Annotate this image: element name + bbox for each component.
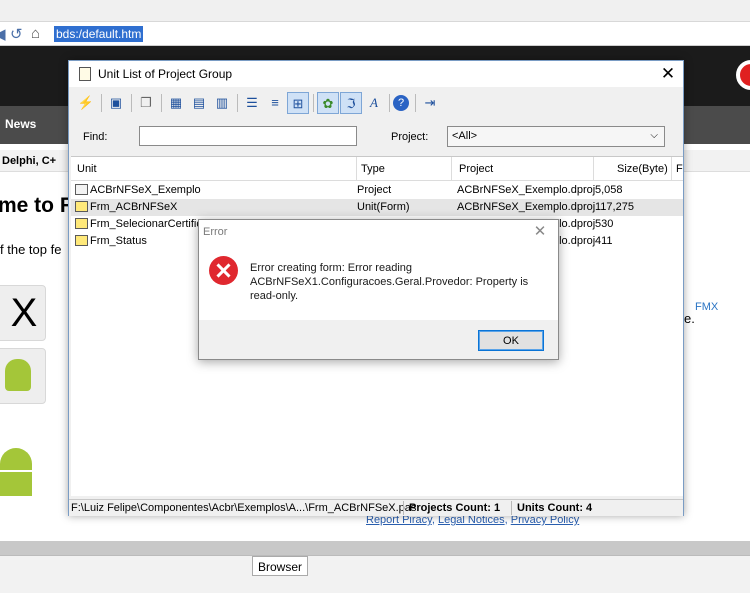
page-text-fragment: e.: [684, 311, 695, 326]
dialog-title: Unit List of Project Group: [98, 67, 233, 81]
android-logo-icon: [0, 440, 40, 496]
row-type: Unit(Form): [357, 201, 410, 213]
form-unit-icon: [75, 218, 88, 229]
font-icon[interactable]: A: [363, 92, 385, 114]
project-label: Project:: [391, 131, 429, 143]
forms-icon[interactable]: ✿: [317, 92, 339, 114]
error-footer: OK: [199, 320, 558, 359]
project-select[interactable]: <All> ⌵: [447, 126, 665, 147]
row-unit: ACBrNFSeX_Exemplo: [90, 184, 201, 196]
error-message: Error creating form: Error reading ACBrN…: [250, 262, 529, 302]
close-icon[interactable]: ✕: [657, 64, 679, 84]
designer-icon[interactable]: ℑ: [340, 92, 362, 114]
column-header-size[interactable]: Size(Byte): [617, 163, 668, 175]
unit-list-toolbar: ⚡ ▣ ❐ ▦ ▤ ▥ ☰ ≡ ⊞ ✿ ℑ A ? ⇥: [71, 89, 681, 117]
android-tile[interactable]: [0, 348, 46, 404]
small-icons-icon[interactable]: ▤: [188, 92, 210, 114]
form-unit-icon: [75, 201, 88, 212]
refresh-icon[interactable]: ↺: [10, 25, 23, 43]
column-header-project[interactable]: Project: [459, 163, 493, 175]
compile-icon[interactable]: ⚡: [75, 92, 97, 114]
unit-list-titlebar: Unit List of Project Group ✕: [69, 61, 683, 87]
row-size: 411: [595, 235, 613, 247]
row-size: 530: [595, 218, 614, 230]
chevron-down-icon: ⌵: [650, 130, 658, 141]
tab-browser[interactable]: Browser: [252, 556, 309, 576]
align-left-icon[interactable]: ☰: [241, 92, 263, 114]
back-icon[interactable]: ◀: [0, 25, 6, 43]
project-select-value: <All>: [452, 130, 478, 142]
find-label: Find:: [83, 131, 108, 143]
row-size: 5,058: [595, 184, 623, 196]
align-center-icon[interactable]: ≡: [264, 92, 286, 114]
android-icon: [5, 359, 31, 391]
unit-list-header: Unit Type Project Size(Byte) F: [71, 157, 683, 181]
subnav-text: Delphi, C+: [2, 155, 57, 167]
address-input[interactable]: bds:/default.htm: [54, 26, 144, 42]
table-row[interactable]: Frm_ACBrNFSeX Unit(Form) ACBrNFSeX_Exemp…: [71, 199, 683, 216]
row-project: ACBrNFSeX_Exemplo.dproj: [457, 184, 596, 196]
column-header-type[interactable]: Type: [361, 163, 385, 175]
table-row[interactable]: ACBrNFSeX_Exemplo Project ACBrNFSeX_Exem…: [71, 182, 683, 199]
row-unit: Frm_SelecionarCertificad: [90, 218, 215, 230]
row-type: Project: [357, 184, 392, 196]
row-size: 117,275: [595, 201, 634, 213]
large-icons-icon[interactable]: ▦: [165, 92, 187, 114]
column-header-f[interactable]: F: [676, 163, 683, 175]
browser-top-strip: [0, 0, 750, 22]
address-bar: ◀ ↺ ⌂ bds:/default.htm: [0, 22, 750, 46]
copy-icon[interactable]: ❐: [135, 92, 157, 114]
find-input[interactable]: [139, 126, 357, 146]
list-view-icon[interactable]: ▥: [211, 92, 233, 114]
row-unit: Frm_Status: [90, 235, 147, 247]
error-icon: [209, 256, 238, 285]
fit-icon[interactable]: ⊞: [287, 92, 309, 114]
error-dialog: Error ✕ Error creating form: Error readi…: [198, 219, 559, 360]
row-unit: Frm_ACBrNFSeX: [90, 201, 178, 213]
fmx-link[interactable]: FMX: [695, 301, 718, 313]
footer-bar: [0, 541, 750, 555]
error-title: Error: [203, 226, 228, 238]
status-projects-count: Projects Count: 1: [409, 502, 501, 514]
home-icon[interactable]: ⌂: [31, 25, 40, 42]
close-icon[interactable]: ✕: [529, 223, 551, 241]
intro-text: f the top fe: [0, 242, 62, 257]
x-platform-tile[interactable]: X: [0, 285, 46, 341]
row-project: ACBrNFSeX_Exemplo.dproj: [457, 201, 596, 213]
help-icon[interactable]: ?: [393, 95, 409, 111]
options-icon[interactable]: ▣: [105, 92, 127, 114]
ide-bottom-bar: [0, 555, 750, 593]
project-file-icon: [75, 184, 88, 195]
nav-item-news[interactable]: News: [5, 117, 36, 131]
form-unit-icon: [75, 235, 88, 246]
dialog-icon: [79, 67, 91, 81]
ok-button[interactable]: OK: [478, 330, 544, 351]
column-header-unit[interactable]: Unit: [77, 163, 97, 175]
welcome-heading: me to R: [0, 194, 76, 217]
error-titlebar: Error ✕: [199, 220, 558, 244]
status-units-count: Units Count: 4: [517, 502, 593, 514]
status-path: F:\Luiz Felipe\Componentes\Acbr\Exemplos…: [71, 502, 417, 514]
exit-icon[interactable]: ⇥: [419, 92, 441, 114]
unit-list-statusbar: F:\Luiz Felipe\Componentes\Acbr\Exemplos…: [69, 499, 683, 516]
